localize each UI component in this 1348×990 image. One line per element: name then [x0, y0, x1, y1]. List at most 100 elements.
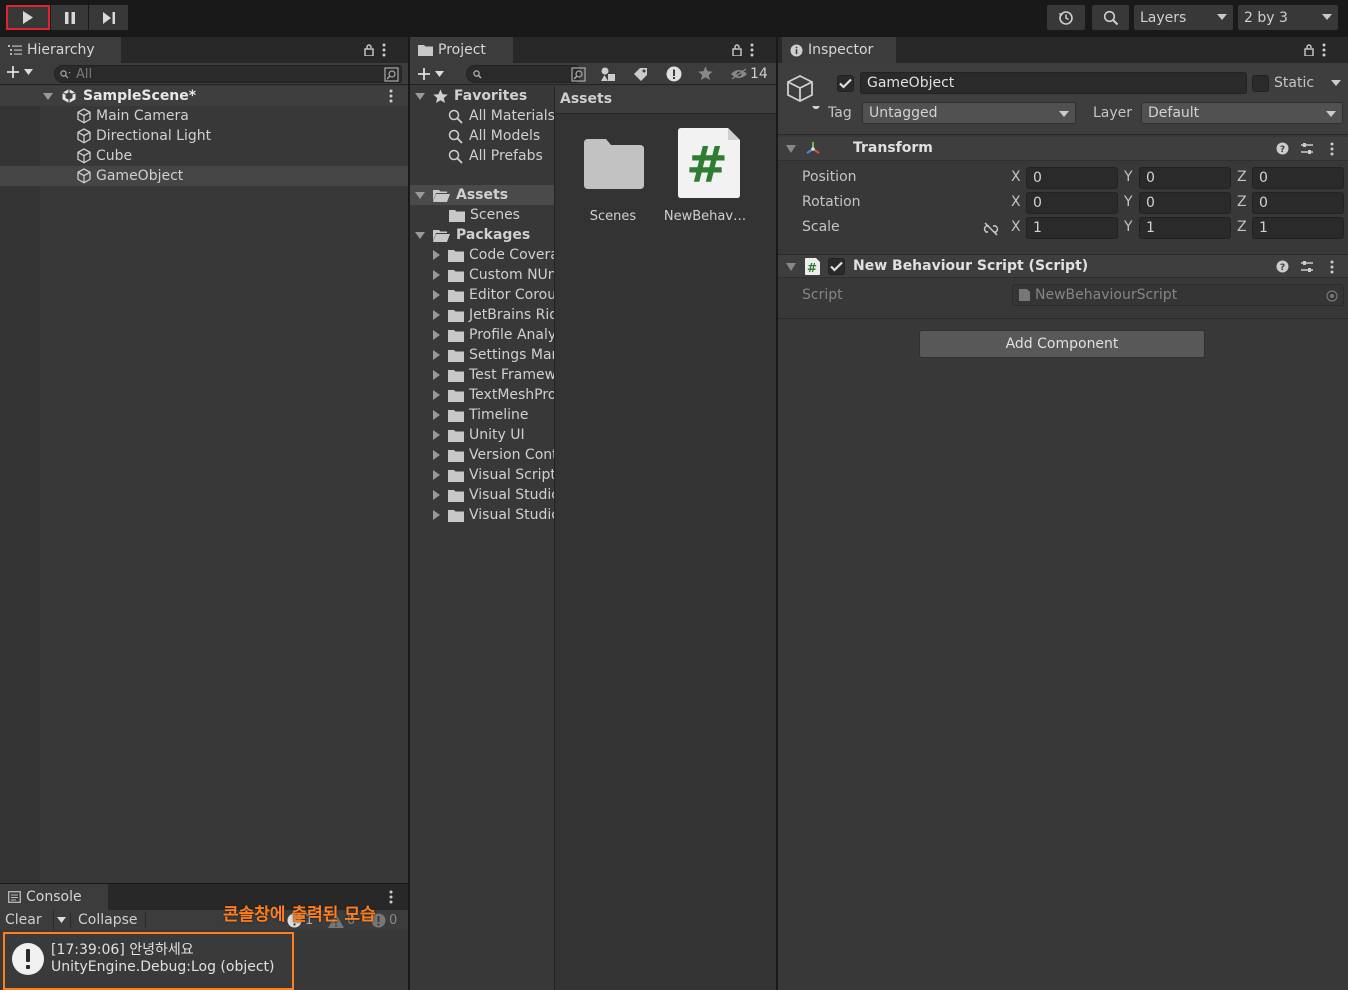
lock-icon[interactable]: [1304, 44, 1314, 56]
tab-hierarchy[interactable]: Hierarchy: [0, 37, 121, 63]
lock-icon[interactable]: [364, 44, 374, 56]
axis-label[interactable]: Y: [1124, 194, 1133, 210]
expand-arrow-icon[interactable]: [433, 330, 440, 340]
link-off-icon[interactable]: [983, 222, 999, 236]
axis-label[interactable]: X: [1011, 169, 1021, 185]
foldout-arrow-icon[interactable]: [786, 145, 796, 153]
expand-arrow-icon[interactable]: [433, 390, 440, 400]
scale-z-field[interactable]: 1: [1252, 217, 1344, 239]
gameobject-cube-icon[interactable]: [786, 73, 822, 109]
expand-arrow-icon[interactable]: [433, 310, 440, 320]
favorites-row[interactable]: Favorites: [415, 86, 527, 106]
package-folder[interactable]: Editor Coroutines: [433, 285, 554, 305]
asset-item-newbehaviour[interactable]: # NewBehav…: [660, 128, 750, 231]
expand-arrow-icon[interactable]: [433, 250, 440, 260]
play-button[interactable]: [6, 5, 50, 30]
step-button[interactable]: [89, 5, 128, 30]
static-checkbox[interactable]: [1252, 75, 1269, 92]
package-folder[interactable]: Profile Analyzer: [433, 325, 554, 345]
layers-dropdown[interactable]: Layers: [1134, 5, 1233, 30]
tab-project[interactable]: Project: [410, 37, 513, 63]
package-folder[interactable]: Visual Scripting: [433, 465, 554, 485]
project-search-input[interactable]: [466, 65, 579, 83]
scale-x-field[interactable]: 1: [1026, 217, 1118, 239]
layout-dropdown[interactable]: 2 by 3: [1238, 5, 1338, 30]
expand-arrow-icon[interactable]: [433, 350, 440, 360]
clear-button[interactable]: Clear: [5, 912, 42, 928]
expand-arrow-icon[interactable]: [415, 231, 425, 239]
package-folder[interactable]: JetBrains Rider Editor: [433, 305, 554, 325]
position-y-field[interactable]: 0: [1139, 167, 1231, 189]
help-icon[interactable]: ?: [1276, 142, 1289, 155]
kebab-menu-icon[interactable]: [1330, 260, 1334, 274]
assets-row[interactable]: Assets: [410, 185, 554, 205]
preset-icon[interactable]: [1300, 260, 1314, 273]
scene-search-icon[interactable]: [384, 67, 399, 82]
packages-row[interactable]: Packages: [415, 225, 530, 245]
kebab-menu-icon[interactable]: [389, 89, 393, 103]
breadcrumb-assets[interactable]: Assets: [560, 91, 612, 107]
package-folder[interactable]: Settings Manager: [433, 345, 554, 365]
package-folder[interactable]: Version Control: [433, 445, 554, 465]
add-component-button[interactable]: Add Component: [919, 330, 1205, 358]
axis-label[interactable]: Y: [1124, 169, 1133, 185]
lock-icon[interactable]: [732, 44, 742, 56]
filter-by-type-icon[interactable]: [600, 66, 616, 82]
rotation-y-field[interactable]: 0: [1139, 192, 1231, 214]
axis-label[interactable]: Z: [1237, 219, 1247, 235]
foldout-arrow-icon[interactable]: [786, 263, 796, 271]
static-dropdown-arrow[interactable]: [1331, 80, 1341, 86]
rotation-x-field[interactable]: 0: [1026, 192, 1118, 214]
expand-arrow-icon[interactable]: [433, 470, 440, 480]
filter-by-label-icon[interactable]: [633, 67, 648, 81]
axis-label[interactable]: X: [1011, 219, 1021, 235]
axis-label[interactable]: Z: [1237, 169, 1247, 185]
active-checkbox[interactable]: [837, 75, 854, 92]
layer-dropdown[interactable]: Default: [1141, 102, 1343, 124]
kebab-menu-icon[interactable]: [1322, 43, 1326, 57]
package-folder[interactable]: TextMeshPro: [433, 385, 554, 405]
tab-inspector[interactable]: Inspector: [782, 37, 896, 63]
package-folder[interactable]: Code Coverage: [433, 245, 554, 265]
rotation-z-field[interactable]: 0: [1252, 192, 1344, 214]
position-z-field[interactable]: 0: [1252, 167, 1344, 189]
hierarchy-item[interactable]: Directional Light: [0, 126, 408, 146]
transform-header[interactable]: Transform ?: [778, 137, 1348, 161]
favorites-item[interactable]: All Prefabs: [448, 146, 543, 166]
scene-row[interactable]: SampleScene*: [0, 86, 408, 106]
package-folder[interactable]: Timeline: [433, 405, 529, 425]
help-icon[interactable]: ?: [1276, 260, 1289, 273]
console-log-entry[interactable]: [17:39:06] 안녕하세요 UnityEngine.Debug:Log (…: [3, 932, 294, 990]
project-create-button[interactable]: [417, 67, 444, 81]
package-folder[interactable]: Visual Studio Editor: [433, 505, 554, 525]
expand-arrow-icon[interactable]: [433, 410, 440, 420]
expand-arrow-icon[interactable]: [433, 290, 440, 300]
expand-arrow-icon[interactable]: [433, 430, 440, 440]
hierarchy-item[interactable]: Cube: [0, 146, 408, 166]
hierarchy-item[interactable]: GameObject: [0, 166, 408, 186]
script-component-header[interactable]: # New Behaviour Script (Script) ?: [778, 254, 1348, 278]
position-x-field[interactable]: 0: [1026, 167, 1118, 189]
kebab-menu-icon[interactable]: [382, 43, 386, 57]
expand-arrow-icon[interactable]: [433, 490, 440, 500]
assets-child-folder[interactable]: Scenes: [449, 205, 520, 225]
axis-label[interactable]: X: [1011, 194, 1021, 210]
favorites-item[interactable]: All Materials: [448, 106, 554, 126]
favorites-item[interactable]: All Models: [448, 126, 540, 146]
kebab-menu-icon[interactable]: [750, 43, 754, 57]
expand-arrow-icon[interactable]: [433, 370, 440, 380]
component-enabled-checkbox[interactable]: [828, 258, 845, 275]
package-folder[interactable]: Visual Studio Code Editor: [433, 485, 554, 505]
package-folder[interactable]: Custom NUnit: [433, 265, 554, 285]
clear-options-dropdown[interactable]: [53, 910, 68, 930]
hidden-packages-toggle[interactable]: 14: [730, 66, 768, 82]
expand-arrow-icon[interactable]: [415, 92, 425, 100]
package-folder[interactable]: Unity UI: [433, 425, 525, 445]
axis-label[interactable]: Z: [1237, 194, 1247, 210]
expand-arrow-icon[interactable]: [433, 510, 440, 520]
expand-arrow-icon[interactable]: [433, 270, 440, 280]
hierarchy-item[interactable]: Main Camera: [0, 106, 408, 126]
package-folder[interactable]: Test Framework: [433, 365, 554, 385]
expand-arrow-icon[interactable]: [43, 92, 53, 100]
search-button[interactable]: [1092, 5, 1129, 30]
